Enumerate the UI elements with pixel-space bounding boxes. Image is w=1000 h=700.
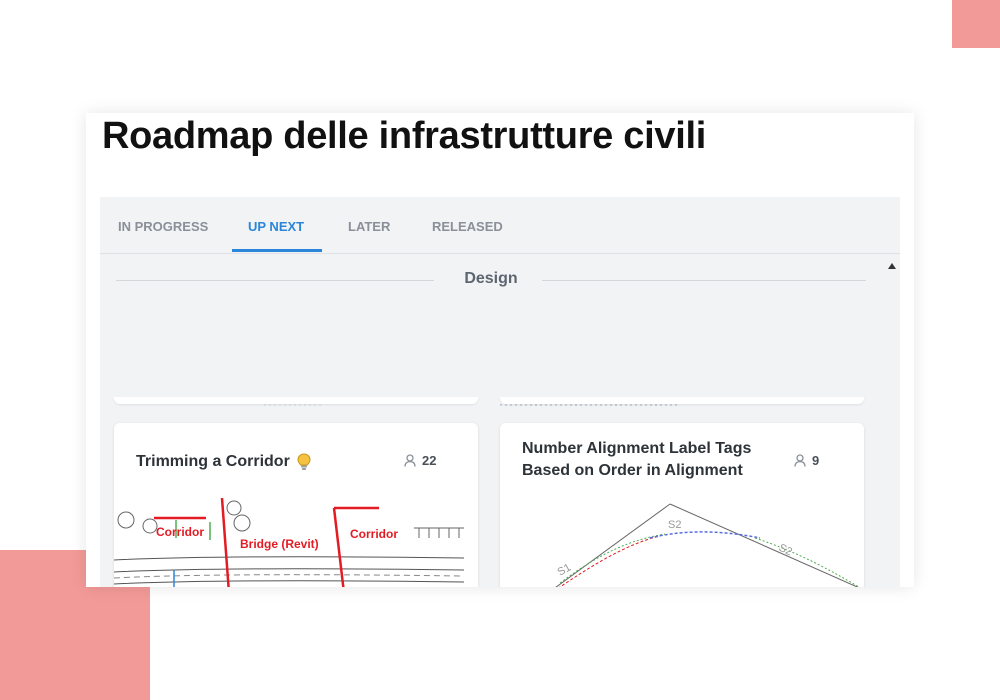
vote-count[interactable]: 22: [404, 453, 436, 468]
card-stub-left[interactable]: [114, 397, 478, 406]
card-stub-right[interactable]: [500, 397, 864, 406]
user-icon: [794, 454, 806, 467]
section-divider-right: [542, 280, 866, 281]
scroll-up-arrow-icon[interactable]: [888, 263, 896, 269]
tab-in-progress[interactable]: IN PROGRESS: [118, 219, 208, 234]
roadmap-panel: IN PROGRESS UP NEXT LATER RELEASED Desig…: [100, 197, 900, 587]
vote-count[interactable]: 9: [794, 453, 819, 468]
tab-up-next[interactable]: UP NEXT: [248, 219, 304, 234]
section-header: Design: [116, 266, 866, 296]
scrollbar[interactable]: [884, 253, 900, 587]
card-title: Number Alignment Label Tags Based on Ord…: [522, 440, 752, 479]
corridor-label-right: Corridor: [350, 527, 398, 541]
tab-later[interactable]: LATER: [348, 219, 390, 234]
vote-count-value: 22: [422, 453, 437, 468]
roadmap-card[interactable]: Number Alignment Label Tags Based on Ord…: [500, 423, 864, 587]
card-stub-image: [264, 404, 324, 406]
decorative-square-top-right: [952, 0, 1000, 48]
active-tab-indicator: [232, 249, 322, 252]
roadmap-card[interactable]: Trimming a Corridor 22 Corridor Bridge (…: [114, 423, 478, 587]
section-title: Design: [464, 270, 518, 287]
card-stub-image: [500, 404, 680, 406]
card-title-text: Trimming a Corridor: [136, 453, 290, 470]
screenshot-frame: Roadmap delle infrastrutture civili IN P…: [86, 113, 914, 587]
bridge-label: Bridge (Revit): [240, 537, 319, 551]
corridor-drawing-image: Corridor Bridge (Revit) Corridor: [114, 498, 478, 587]
title-bar: Roadmap delle infrastrutture civili: [86, 113, 914, 197]
alignment-drawing-image: S1 S2 S2: [500, 498, 864, 587]
segment-label-s2-top: S2: [668, 519, 681, 531]
tab-released[interactable]: RELEASED: [432, 219, 503, 234]
tab-bar: IN PROGRESS UP NEXT LATER RELEASED: [100, 197, 900, 254]
lightbulb-icon: [297, 453, 311, 470]
vote-count-value: 9: [812, 453, 820, 468]
page-title: Roadmap delle infrastrutture civili: [102, 115, 706, 157]
user-icon: [404, 454, 416, 467]
corridor-label-left: Corridor: [156, 525, 204, 539]
card-title: Trimming a Corridor: [136, 451, 311, 473]
